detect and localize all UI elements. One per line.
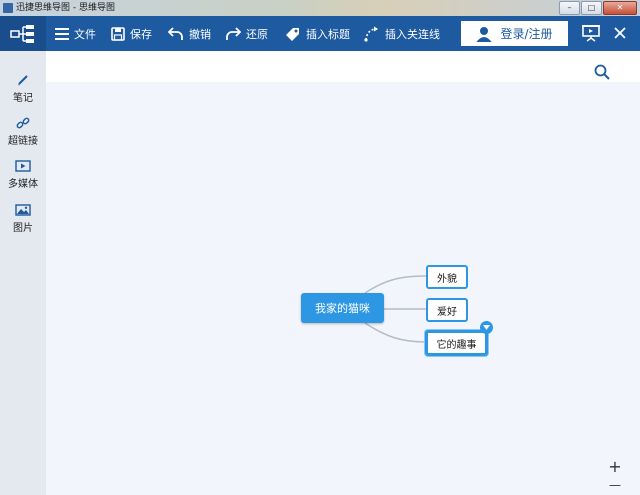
mindmap-child-node[interactable]: 外貌 — [426, 265, 468, 289]
zoom-in-button[interactable]: + — [606, 459, 624, 477]
chevron-down-icon — [483, 325, 490, 330]
mindmap-child-node[interactable]: 爱好 — [426, 298, 468, 322]
mindmap-root-node[interactable]: 我家的猫咪 — [301, 293, 384, 323]
connector-line — [364, 322, 427, 343]
node-expand-toggle[interactable] — [480, 321, 493, 334]
connector-line — [364, 275, 427, 294]
mindmap-child-node-selected[interactable]: 它的趣事 — [425, 330, 488, 356]
mindmap-connectors — [364, 275, 427, 343]
zoom-out-button[interactable]: — — [606, 477, 624, 495]
